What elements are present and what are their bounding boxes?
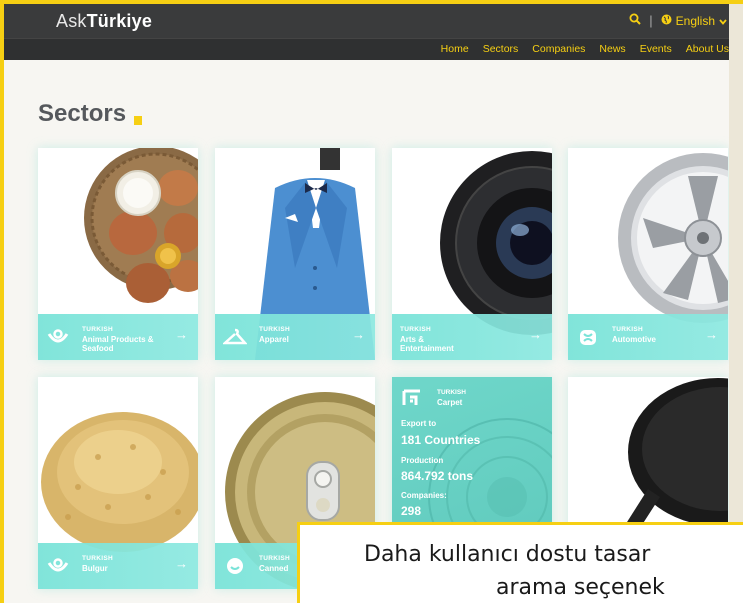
export-value: 181 Countries: [401, 433, 481, 447]
caption-line-2: arama seçenek: [496, 575, 665, 600]
production-label: Production: [401, 456, 444, 465]
card-name: Animal Products & Seafood: [82, 335, 154, 353]
card-kicker: TURKISH: [400, 326, 431, 333]
nav-companies[interactable]: Companies: [532, 43, 585, 55]
caption-line-1: Daha kullanıcı dostu tasar: [364, 542, 651, 567]
hanger-icon: [223, 328, 247, 345]
globe-icon: [661, 14, 672, 28]
card-name: Carpet: [437, 398, 463, 407]
sector-card-arts-entertainment[interactable]: TURKISH Arts & Entertainment →: [392, 148, 552, 360]
card-label-band: TURKISH Automotive →: [568, 314, 728, 360]
top-bar: AskTürkiye | English: [4, 4, 743, 38]
divider: |: [649, 13, 653, 28]
sector-card-automotive[interactable]: TURKISH Automotive →: [568, 148, 728, 360]
sector-card-apparel[interactable]: TURKISH Apparel →: [215, 148, 375, 360]
card-kicker: TURKISH: [612, 326, 643, 333]
nav-news[interactable]: News: [599, 43, 625, 55]
card-kicker: TURKISH: [437, 389, 466, 396]
card-label-band: TURKISH Apparel →: [215, 314, 375, 360]
card-kicker: TURKISH: [259, 326, 290, 333]
fish-icon: [47, 329, 69, 343]
nav-about-us[interactable]: About Us: [686, 43, 729, 55]
nav-home[interactable]: Home: [441, 43, 469, 55]
top-right-tools: | English: [629, 13, 727, 28]
main-nav: Home Sectors Companies News Events About…: [4, 38, 743, 60]
arrow-right-icon: →: [175, 327, 188, 342]
chevron-down-icon: [719, 14, 727, 28]
site-logo[interactable]: AskTürkiye: [56, 11, 152, 32]
arrow-right-icon: →: [705, 327, 718, 342]
title-accent: [134, 116, 142, 125]
card-label-band: TURKISH Animal Products & Seafood →: [38, 314, 198, 360]
sector-card-bulgur[interactable]: TURKISH Bulgur →: [38, 377, 198, 589]
page-title: Sectors: [38, 100, 127, 127]
card-label-band: TURKISH Arts & Entertainment →: [392, 314, 552, 360]
card-label-band: TURKISH Bulgur →: [38, 543, 198, 589]
caption-overlay: Daha kullanıcı dostu tasar arama seçenek: [297, 522, 743, 603]
card-kicker: TURKISH: [82, 326, 113, 333]
export-label: Export to: [401, 419, 437, 428]
language-selector[interactable]: English: [661, 14, 727, 28]
can-icon: [227, 558, 243, 574]
card-kicker: TURKISH: [259, 555, 290, 562]
grain-icon: [47, 558, 69, 572]
arrow-right-icon: →: [175, 556, 188, 571]
carpet-icon: [402, 389, 420, 405]
companies-label: Companies:: [401, 491, 447, 500]
companies-value: 298: [401, 504, 422, 518]
card-name: Apparel: [259, 335, 289, 344]
language-label: English: [675, 13, 715, 28]
arrow-right-icon: →: [529, 327, 542, 342]
card-name: Bulgur: [82, 564, 108, 573]
card-kicker: TURKISH: [82, 555, 113, 562]
sector-card-animal-products[interactable]: TURKISH Animal Products & Seafood →: [38, 148, 198, 360]
nav-sectors[interactable]: Sectors: [483, 43, 519, 55]
card-name: Arts & Entertainment: [400, 335, 454, 353]
arrow-right-icon: →: [352, 327, 365, 342]
card-name: Automotive: [612, 335, 656, 344]
production-value: 864.792 tons: [401, 469, 474, 483]
search-icon[interactable]: [629, 13, 641, 28]
nav-events[interactable]: Events: [640, 43, 672, 55]
car-icon: [580, 330, 596, 345]
